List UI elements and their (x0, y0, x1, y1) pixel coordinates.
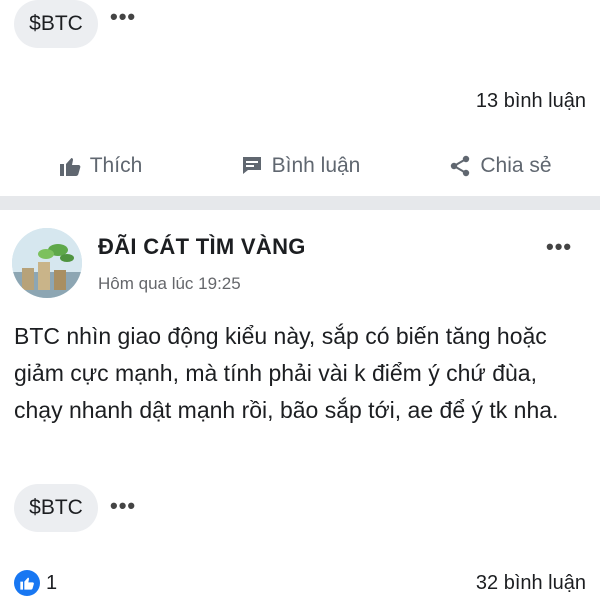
comment-icon (242, 157, 261, 174)
comment-button[interactable]: Bình luận (200, 138, 400, 194)
avatar-image (12, 228, 82, 298)
thumbs-up-icon (59, 158, 81, 176)
avatar[interactable] (12, 228, 82, 298)
share-icon (451, 155, 470, 177)
like-count-value: 1 (46, 571, 58, 594)
post-time[interactable]: Hôm qua lúc 19:25 (98, 274, 241, 294)
post-body: BTC nhìn giao động kiểu này, sắp có biến… (14, 323, 559, 423)
comment-count[interactable]: 32 bình luận (476, 572, 586, 595)
more-options-icon[interactable]: ••• (546, 236, 572, 258)
tag-chip[interactable]: $BTC (14, 0, 98, 48)
post-author[interactable]: ĐÃI CÁT TÌM VÀNG (98, 234, 306, 260)
share-button[interactable]: Chia sẻ (400, 138, 600, 194)
more-options-icon[interactable]: ••• (110, 6, 136, 28)
reaction-summary[interactable]: 1 (14, 570, 57, 596)
post-divider (0, 196, 600, 210)
share-label: Chia sẻ (480, 154, 552, 177)
action-bar: Thích Bình luận Chia sẻ (0, 138, 600, 194)
more-options-icon[interactable]: ••• (110, 495, 136, 517)
tag-label: $BTC (29, 496, 83, 519)
like-label: Thích (89, 154, 143, 177)
like-button[interactable]: Thích (0, 138, 200, 194)
like-badge-icon (14, 570, 40, 596)
comment-label: Bình luận (271, 154, 361, 177)
comment-count[interactable]: 13 bình luận (476, 90, 586, 113)
tag-chip[interactable]: $BTC (14, 484, 98, 532)
tag-label: $BTC (29, 12, 83, 35)
